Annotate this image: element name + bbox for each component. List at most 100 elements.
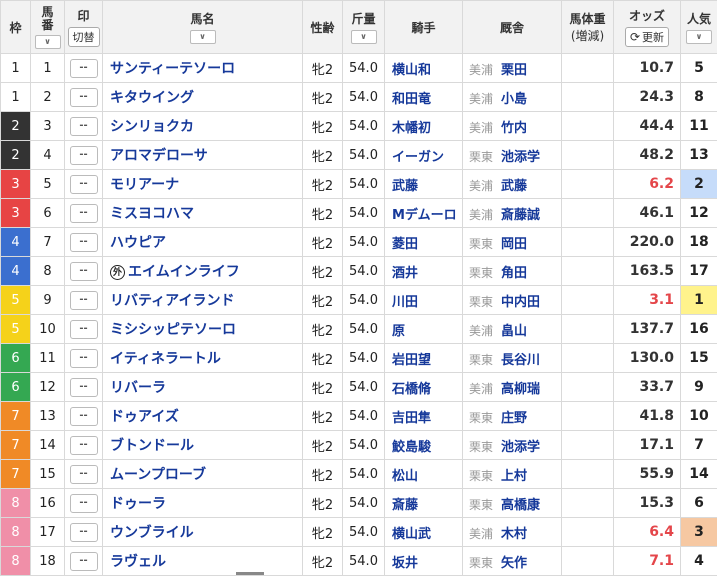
horse-name-link[interactable]: リバティアイランド [110, 293, 234, 309]
mark-toggle-button[interactable]: 切替 [68, 27, 100, 47]
trainer-link[interactable]: 長谷川 [501, 353, 540, 368]
mark-select[interactable]: -- [70, 523, 98, 542]
horse-name-link[interactable]: ラヴェル [110, 554, 166, 570]
trainer-link[interactable]: 武藤 [501, 179, 527, 194]
mark-select[interactable]: -- [70, 88, 98, 107]
mark-select[interactable]: -- [70, 117, 98, 136]
mark-select[interactable]: -- [70, 175, 98, 194]
trainer-link[interactable]: 斎藤誠 [501, 208, 540, 223]
horse-name-link[interactable]: ブトンドール [110, 438, 194, 454]
horse-name-link[interactable]: ミシシッピテソーロ [110, 322, 236, 338]
mark-select[interactable]: -- [70, 494, 98, 513]
mark-select[interactable]: -- [70, 349, 98, 368]
mark-select[interactable]: -- [70, 146, 98, 165]
chevron-down-icon[interactable]: ∨ [190, 30, 216, 44]
jockey-link[interactable]: 岩田望 [392, 353, 431, 368]
trainer-link[interactable]: 矢作 [501, 556, 527, 571]
kinryo: 54.0 [343, 518, 385, 547]
jockey-link[interactable]: 和田竜 [392, 92, 431, 107]
jockey-link[interactable]: Mデムーロ [392, 208, 457, 223]
header-umaban[interactable]: 馬番 ∨ [31, 1, 65, 54]
trainer-link[interactable]: 庄野 [501, 411, 527, 426]
jockey-cell: 吉田隼 [385, 402, 463, 431]
jockey-link[interactable]: 川田 [392, 295, 418, 310]
mark-select[interactable]: -- [70, 262, 98, 281]
mark-select[interactable]: -- [70, 407, 98, 426]
mark-select[interactable]: -- [70, 465, 98, 484]
header-name[interactable]: 馬名 ∨ [103, 1, 303, 54]
horse-name-cell: キタウイング [103, 83, 303, 112]
trainer-link[interactable]: 小島 [501, 92, 527, 107]
trainer-link[interactable]: 高柳瑞 [501, 382, 540, 397]
jockey-link[interactable]: 木幡初 [392, 121, 431, 136]
mark-select[interactable]: -- [70, 59, 98, 78]
chevron-down-icon[interactable]: ∨ [351, 30, 377, 44]
stable-cell: 栗東上村 [463, 460, 562, 489]
popularity-rank: 6 [681, 489, 717, 518]
jockey-link[interactable]: 原 [392, 324, 405, 339]
odds-refresh-button[interactable]: ⟳更新 [625, 27, 669, 47]
horse-name-link[interactable]: ウンブライル [110, 525, 194, 541]
trainer-link[interactable]: 岡田 [501, 237, 527, 252]
table-row: 611--イティネラートル牝254.0岩田望栗東長谷川130.015 [1, 344, 717, 373]
horse-name-link[interactable]: サンティーテソーロ [110, 61, 235, 77]
horse-name-cell: サンティーテソーロ [103, 54, 303, 83]
trainer-link[interactable]: 中内田 [501, 295, 540, 310]
header-popularity[interactable]: 人気 ∨ [681, 1, 717, 54]
horse-name-link[interactable]: ドゥアイズ [110, 409, 179, 425]
jockey-link[interactable]: 坂井 [392, 556, 418, 571]
mark-select[interactable]: -- [70, 233, 98, 252]
sex-age: 牝2 [303, 257, 343, 286]
jockey-link[interactable]: 横山武 [392, 527, 431, 542]
horse-name-link[interactable]: ドゥーラ [110, 496, 166, 512]
jockey-link[interactable]: 斎藤 [392, 498, 418, 513]
stable-cell: 美浦竹内 [463, 112, 562, 141]
waku-number: 3 [1, 199, 31, 228]
kinryo: 54.0 [343, 315, 385, 344]
trainer-link[interactable]: 高橋康 [501, 498, 540, 513]
trainer-link[interactable]: 池添学 [501, 440, 540, 455]
chevron-down-icon[interactable]: ∨ [35, 35, 61, 49]
horse-name-link[interactable]: エイムインライフ [128, 264, 240, 280]
mark-select[interactable]: -- [70, 552, 98, 571]
horse-name-link[interactable]: ムーンプローブ [110, 467, 206, 483]
mark-select[interactable]: -- [70, 320, 98, 339]
trainer-link[interactable]: 竹内 [501, 121, 527, 136]
jockey-link[interactable]: 菱田 [392, 237, 418, 252]
horse-name-link[interactable]: ハウピア [110, 235, 166, 251]
jockey-link[interactable]: 吉田隼 [392, 411, 431, 426]
chevron-down-icon[interactable]: ∨ [686, 30, 712, 44]
trainer-link[interactable]: 上村 [501, 469, 527, 484]
trainer-link[interactable]: 畠山 [501, 324, 527, 339]
jockey-link[interactable]: 石橋脩 [392, 382, 431, 397]
jockey-link[interactable]: 横山和 [392, 63, 431, 78]
horse-name-link[interactable]: イティネラートル [110, 351, 221, 367]
horse-name-link[interactable]: キタウイング [110, 90, 194, 106]
mark-select[interactable]: -- [70, 291, 98, 310]
horse-name-link[interactable]: ミスヨコハマ [110, 206, 194, 222]
sex-age: 牝2 [303, 141, 343, 170]
trainer-link[interactable]: 角田 [501, 266, 527, 281]
sex-age: 牝2 [303, 228, 343, 257]
trainer-link[interactable]: 栗田 [501, 63, 527, 78]
kinryo: 54.0 [343, 489, 385, 518]
jockey-link[interactable]: イーガン [392, 150, 444, 165]
odds-value: 7.1 [614, 547, 681, 576]
odds-value: 15.3 [614, 489, 681, 518]
mark-select[interactable]: -- [70, 436, 98, 455]
header-kinryo[interactable]: 斤量 ∨ [343, 1, 385, 54]
jockey-link[interactable]: 武藤 [392, 179, 418, 194]
trainer-link[interactable]: 池添学 [501, 150, 540, 165]
jockey-link[interactable]: 酒井 [392, 266, 418, 281]
mark-select[interactable]: -- [70, 378, 98, 397]
stable-region: 栗東 [469, 266, 493, 280]
trainer-link[interactable]: 木村 [501, 527, 527, 542]
horse-name-cell: ムーンプローブ [103, 460, 303, 489]
horse-name-link[interactable]: リバーラ [110, 380, 166, 396]
mark-select[interactable]: -- [70, 204, 98, 223]
horse-name-link[interactable]: アロマデローサ [110, 148, 208, 164]
jockey-link[interactable]: 松山 [392, 469, 418, 484]
horse-name-link[interactable]: シンリョクカ [110, 119, 194, 135]
jockey-link[interactable]: 鮫島駿 [392, 440, 431, 455]
horse-name-link[interactable]: モリアーナ [110, 177, 179, 193]
